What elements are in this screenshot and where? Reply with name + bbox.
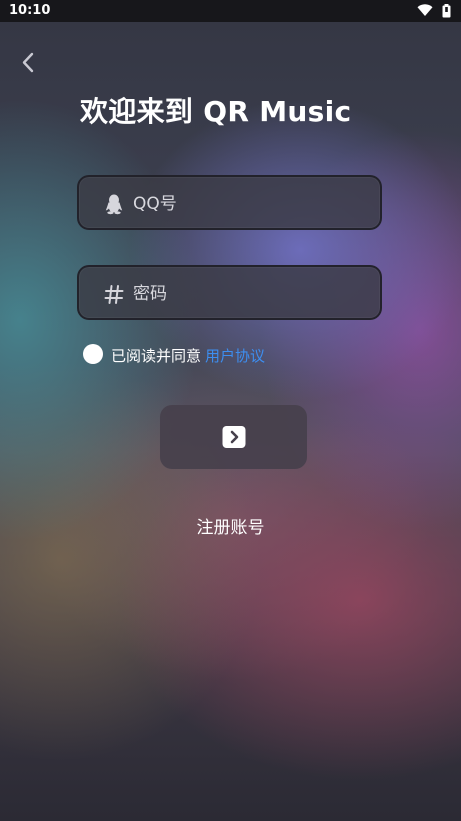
status-bar: 10:10: [0, 0, 461, 22]
password-field[interactable]: [77, 265, 382, 320]
page-title: 欢迎来到 QR Music: [80, 95, 352, 128]
agreement-text: 已阅读并同意: [111, 347, 202, 365]
register-account-link[interactable]: 注册账号: [197, 518, 265, 538]
battery-icon: [442, 4, 451, 18]
chevron-left-icon: [22, 52, 34, 73]
register-row: 注册账号: [0, 513, 461, 538]
user-agreement-link[interactable]: 用户协议: [205, 345, 265, 366]
back-button[interactable]: [16, 50, 42, 76]
login-button[interactable]: [160, 405, 307, 469]
wifi-icon: [417, 4, 433, 16]
password-input[interactable]: [131, 275, 375, 313]
qq-number-field[interactable]: [77, 175, 382, 230]
hash-icon: [103, 283, 125, 305]
status-time: 10:10: [9, 3, 51, 18]
qq-penguin-icon: [103, 193, 125, 215]
arrow-right-box-icon: [222, 426, 246, 448]
qq-number-input[interactable]: [131, 185, 375, 223]
agreement-radio[interactable]: [83, 344, 103, 364]
status-icons: [417, 4, 451, 18]
